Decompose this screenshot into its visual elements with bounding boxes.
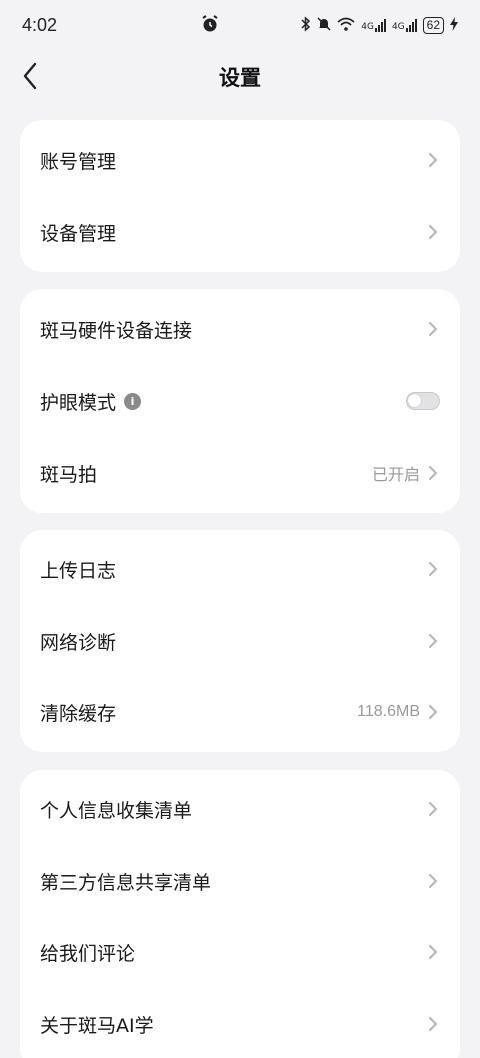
personal-info-list-item[interactable]: 个人信息收集清单 bbox=[20, 773, 460, 845]
chevron-right-icon bbox=[426, 1015, 440, 1033]
status-icons: 4G 4G 62 bbox=[301, 15, 458, 35]
info-icon[interactable]: i bbox=[124, 392, 142, 410]
network-type-label: 4G bbox=[361, 22, 374, 32]
clear-cache-item[interactable]: 清除缓存 118.6MB bbox=[20, 676, 460, 748]
zebra-photo-item[interactable]: 斑马拍 已开启 bbox=[20, 437, 460, 509]
row-label: 网络诊断 bbox=[40, 631, 117, 654]
settings-group-account: 账号管理 设备管理 bbox=[20, 120, 460, 272]
mute-bell-icon bbox=[317, 16, 331, 35]
row-value: 已开启 bbox=[371, 467, 420, 484]
network-diagnosis-item[interactable]: 网络诊断 bbox=[20, 605, 460, 677]
chevron-right-icon bbox=[426, 703, 440, 721]
rate-us-item[interactable]: 给我们评论 bbox=[20, 916, 460, 988]
row-label: 给我们评论 bbox=[40, 942, 136, 965]
chevron-right-icon bbox=[426, 464, 440, 482]
row-label: 斑马拍 bbox=[40, 463, 98, 486]
row-label: 斑马硬件设备连接 bbox=[40, 319, 193, 342]
cache-size-value: 118.6MB bbox=[357, 703, 420, 720]
settings-group-about: 个人信息收集清单 第三方信息共享清单 给我们评论 关于斑马AI学 bbox=[20, 770, 460, 1058]
device-management-item[interactable]: 设备管理 bbox=[20, 196, 460, 268]
chevron-right-icon bbox=[426, 151, 440, 169]
page-title: 设置 bbox=[219, 66, 261, 90]
charging-icon bbox=[450, 16, 458, 34]
row-label: 账号管理 bbox=[40, 150, 117, 173]
row-label: 清除缓存 bbox=[40, 702, 117, 725]
row-label: 第三方信息共享清单 bbox=[40, 871, 212, 894]
status-time: 4:02 bbox=[22, 14, 58, 35]
row-label: 上传日志 bbox=[40, 559, 117, 582]
chevron-right-icon bbox=[426, 632, 440, 650]
bluetooth-icon bbox=[301, 15, 311, 35]
chevron-right-icon bbox=[426, 943, 440, 961]
account-management-item[interactable]: 账号管理 bbox=[20, 124, 460, 196]
eye-protection-item: 护眼模式 i bbox=[20, 365, 460, 437]
settings-group-system: 上传日志 网络诊断 清除缓存 118.6MB bbox=[20, 530, 460, 752]
chevron-right-icon bbox=[426, 800, 440, 818]
eye-protection-toggle[interactable] bbox=[406, 392, 440, 410]
upload-log-item[interactable]: 上传日志 bbox=[20, 533, 460, 605]
chevron-right-icon bbox=[426, 320, 440, 338]
network-type-label: 4G bbox=[391, 22, 405, 32]
battery-indicator: 62 bbox=[422, 16, 444, 34]
status-bar: 4:02 4G 4G 62 bbox=[0, 0, 480, 50]
about-item[interactable]: 关于斑马AI学 bbox=[20, 988, 460, 1058]
hardware-connection-item[interactable]: 斑马硬件设备连接 bbox=[20, 293, 460, 365]
nav-bar: 设置 bbox=[0, 50, 480, 102]
alarm-clock-icon bbox=[200, 14, 222, 36]
wifi-icon bbox=[337, 17, 355, 34]
chevron-right-icon bbox=[426, 560, 440, 578]
signal-strength-icon bbox=[374, 18, 386, 32]
row-label: 护眼模式 bbox=[40, 391, 117, 414]
settings-group-device: 斑马硬件设备连接 护眼模式 i 斑马拍 已开启 bbox=[20, 289, 460, 513]
signal-strength-icon bbox=[405, 18, 417, 32]
row-label: 设备管理 bbox=[40, 222, 117, 245]
third-party-sharing-item[interactable]: 第三方信息共享清单 bbox=[20, 845, 460, 917]
row-label: 个人信息收集清单 bbox=[40, 799, 193, 822]
toggle-knob bbox=[408, 394, 421, 407]
row-label: 关于斑马AI学 bbox=[40, 1014, 154, 1037]
chevron-right-icon bbox=[426, 223, 440, 241]
chevron-right-icon bbox=[426, 872, 440, 890]
